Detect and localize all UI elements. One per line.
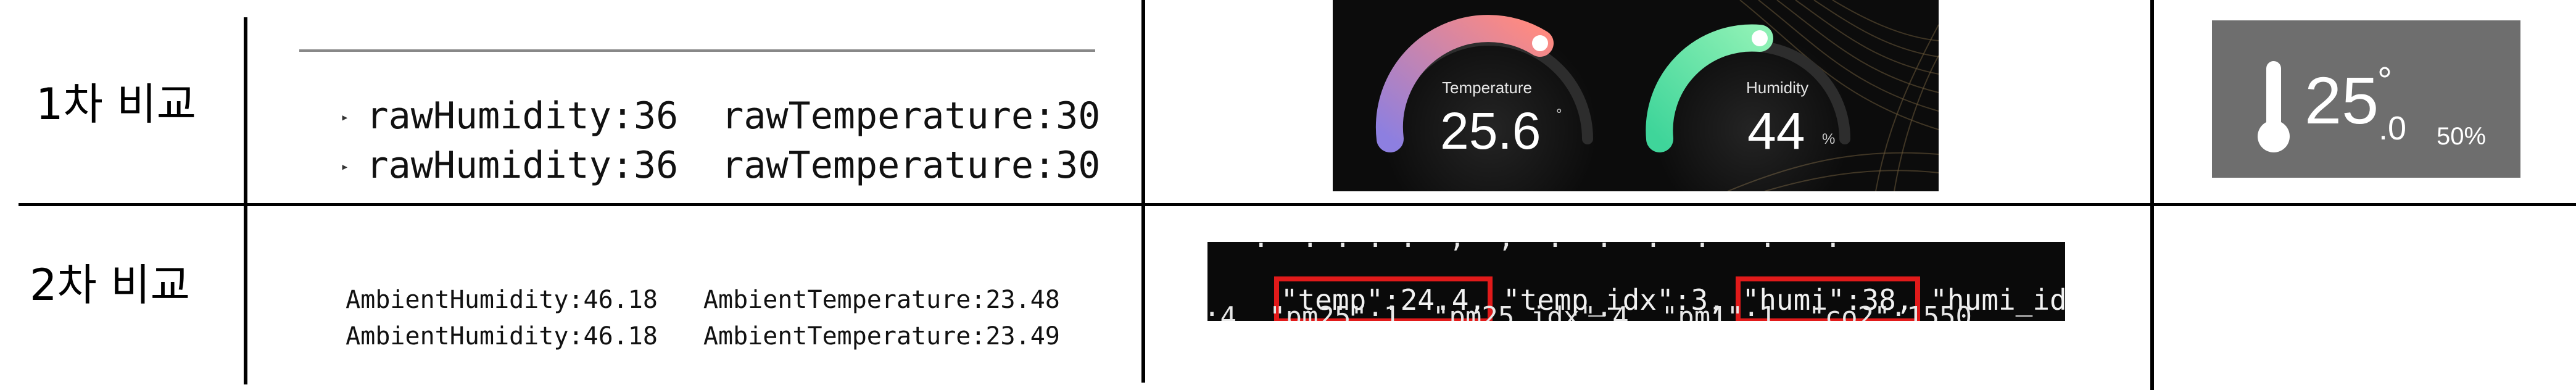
disclosure-triangle-icon: ▸ <box>341 159 349 175</box>
thermometer-icon <box>2258 61 2290 152</box>
json-bottom-cut-line: :4, "pm25":1, "pm25_idx":4, "pm1":1, "co… <box>1207 301 1989 322</box>
thermo-temperature-decimal: .0 <box>2379 110 2407 147</box>
col-divider-3 <box>2150 0 2154 390</box>
raw-log-line: ▸ rawHumidity:36 rawTemperature:30 <box>296 110 1100 184</box>
temperature-gauge-unit: ° <box>1556 106 1562 123</box>
ambient-log-line: AmbientHumidity:46.18 AmbientTemperature:… <box>316 299 1060 349</box>
temperature-gauge-knob <box>1532 35 1548 51</box>
thermo-humidity: 50% <box>2437 123 2487 150</box>
log-top-rule <box>299 49 1095 52</box>
humidity-gauge-unit: % <box>1822 131 1836 147</box>
ambient-humidity-text: AmbientHumidity:46.18 <box>346 322 658 351</box>
ambient-temperature-text: AmbientTemperature:23.49 <box>703 322 1060 351</box>
row-divider <box>19 203 2576 206</box>
gauge-dashboard: Temperature 25.6 ° Humidity 44 % <box>1333 0 1939 191</box>
thermometer-widget: 25 ° .0 50% <box>2212 20 2520 178</box>
humidity-gauge-value: 44 <box>1747 102 1805 160</box>
humidity-gauge-label: Humidity <box>1746 78 1809 97</box>
raw-humidity-text: rawHumidity:36 <box>366 144 679 187</box>
row-label-first: 1차 비교 <box>36 79 196 130</box>
thermo-degree-symbol: ° <box>2377 60 2392 101</box>
temperature-gauge-value: 25.6 <box>1440 102 1541 160</box>
col-divider-2 <box>1141 0 1145 383</box>
thermo-temperature-integer: 25 <box>2305 63 2379 138</box>
row-label-second: 2차 비교 <box>30 260 190 310</box>
col-divider-1 <box>244 17 247 384</box>
gauge-graphics <box>1375 0 1939 191</box>
raw-temperature-text: rawTemperature:30 <box>721 144 1101 187</box>
json-terminal: . . . . . , , . . . . . . "temp":24.4, "… <box>1207 242 2065 321</box>
temperature-gauge-label: Temperature <box>1442 78 1532 97</box>
json-top-cut-line: . . . . . , , . . . . . . <box>1207 242 1841 252</box>
humidity-gauge-knob <box>1752 30 1768 46</box>
